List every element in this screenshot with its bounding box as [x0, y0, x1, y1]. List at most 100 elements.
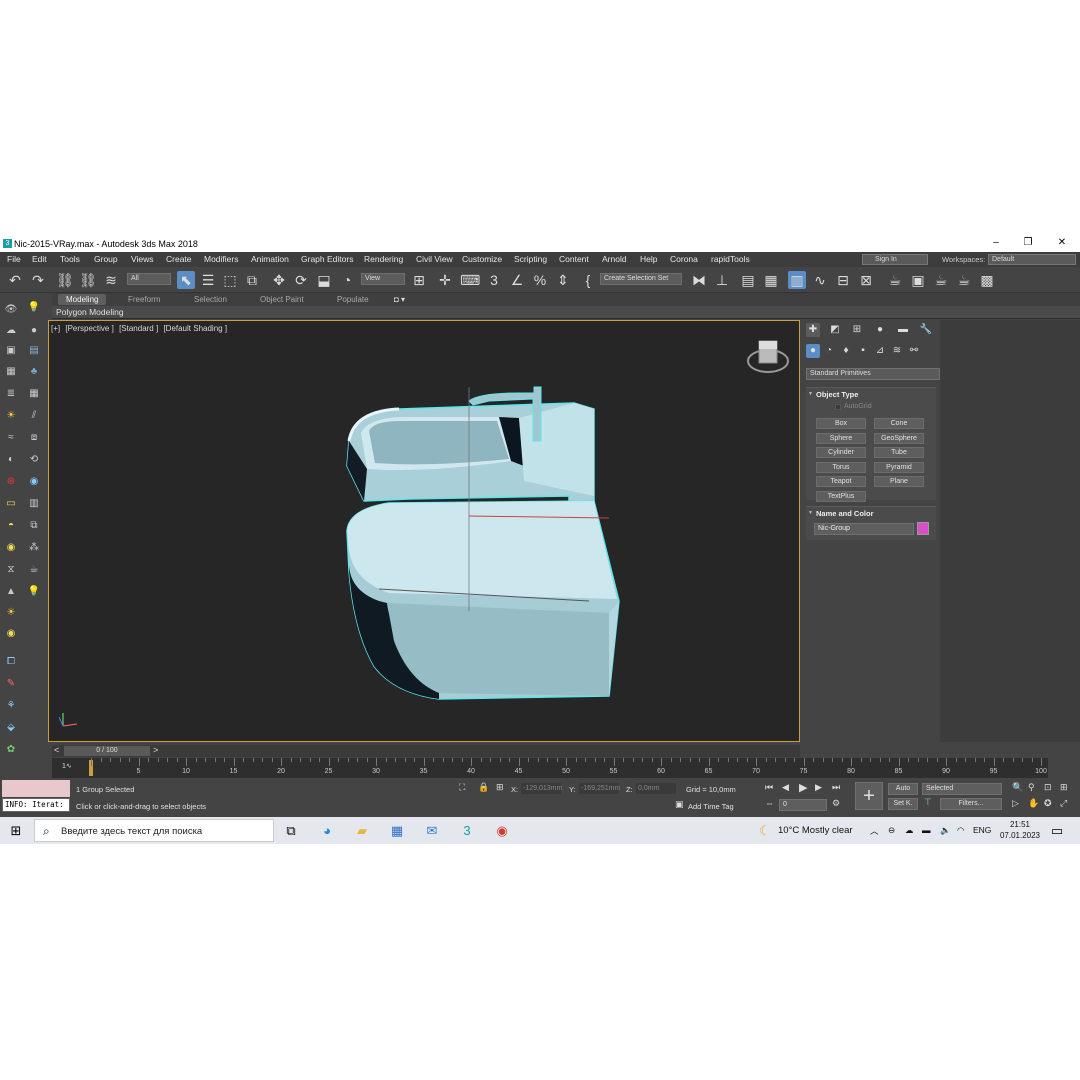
bind-spacewarp-icon[interactable]: ≋ [102, 271, 120, 289]
menu-graph-editors[interactable]: Graph Editors [301, 254, 353, 264]
menu-rapidtools[interactable]: rapidTools [711, 254, 750, 264]
notifications-icon[interactable]: ▭ [1048, 822, 1066, 839]
sun-light-icon[interactable]: ☀ [4, 409, 18, 423]
rectangular-selection-icon[interactable]: ⬚ [221, 271, 239, 289]
menu-animation[interactable]: Animation [251, 254, 289, 264]
key-filter-select[interactable]: Selected [922, 783, 1002, 795]
pan-icon[interactable]: ✋ [1028, 798, 1039, 809]
track-bar[interactable]: 1∿ 5 10 15 20 25 30 35 40 45 50 55 60 65 70 75 80 85 90 95… [52, 758, 1048, 778]
scene-explorer-icon[interactable]: ▤ [739, 271, 757, 289]
object-color-swatch[interactable] [917, 522, 929, 535]
3dsmax-taskbar-icon[interactable]: 3 [458, 822, 476, 839]
tab-freeform[interactable]: Freeform [120, 294, 168, 305]
frozen-filter-icon[interactable]: ▭ [4, 497, 18, 511]
torus-button[interactable]: Torus [816, 462, 866, 473]
go-to-end-icon[interactable]: ⏭ [832, 782, 840, 793]
lights-icon[interactable]: ♦ [839, 344, 853, 358]
menu-corona[interactable]: Corona [670, 254, 698, 264]
windows-start-icon[interactable]: ⊞ [7, 822, 25, 839]
workspace-select[interactable]: Default [988, 254, 1076, 265]
spacewarps-icon[interactable]: ≋ [890, 344, 904, 358]
link-icon[interactable]: ⛓ [56, 271, 74, 289]
system-clock[interactable]: 21:51 07.01.2023 [999, 819, 1041, 841]
utilities-tab-icon[interactable]: 🔧 [919, 323, 933, 337]
crowd-icon[interactable]: ⚘ [4, 699, 18, 713]
pivot-center-icon[interactable]: ⊞ [410, 271, 428, 289]
polygon-modeling-label[interactable]: Polygon Modeling [56, 307, 124, 317]
render-setup-icon[interactable]: ☕ [886, 271, 904, 289]
place-icon[interactable]: ◔ [338, 271, 356, 289]
snaps-toggle-icon[interactable]: 3 [485, 271, 503, 289]
render-extra-icon[interactable]: ▩ [978, 271, 996, 289]
x-coordinate-field[interactable]: -129,013mm [521, 783, 562, 794]
blend-icon[interactable]: ⬙ [4, 721, 18, 735]
menu-customize[interactable]: Customize [462, 254, 502, 264]
perspective-viewport[interactable]: [+] [Perspective ] [Standard ] [Default … [48, 320, 800, 742]
set-key-icon[interactable]: + [855, 782, 883, 810]
language-indicator[interactable]: ENG [973, 825, 991, 835]
y-coordinate-field[interactable]: -169,251mm [579, 783, 620, 794]
tab-object-paint[interactable]: Object Paint [252, 294, 312, 305]
sphere-light-icon[interactable]: ◉ [4, 541, 18, 555]
redo-icon[interactable]: ↷ [29, 271, 47, 289]
window-crossing-icon[interactable]: ⧉ [243, 271, 261, 289]
plane-button[interactable]: Plane [874, 476, 924, 487]
mail-icon[interactable]: ✉ [423, 822, 441, 839]
edit-named-selection-icon[interactable]: { [579, 271, 597, 289]
scale-icon[interactable]: ⬓ [315, 271, 333, 289]
spacewarp-filter-icon[interactable]: ◐ [4, 453, 18, 467]
time-slider-thumb[interactable]: 0 / 100 [64, 746, 150, 756]
tab-selection[interactable]: Selection [186, 294, 235, 305]
current-frame-field[interactable]: 0 [779, 799, 827, 811]
ribbon-toggle-icon[interactable]: ▥ [788, 271, 806, 289]
fov-icon[interactable]: ▷ [1012, 798, 1019, 809]
curve-mini-icon[interactable]: 1∿ [62, 762, 72, 770]
selection-filter-select[interactable]: All [127, 273, 171, 285]
percent-snap-icon[interactable]: % [531, 271, 549, 289]
textplus-button[interactable]: TextPlus [816, 491, 866, 502]
menu-tools[interactable]: Tools [60, 254, 80, 264]
key-mode-icon[interactable]: ⇔ [765, 798, 774, 808]
layer-explorer-icon[interactable]: ▦ [762, 271, 780, 289]
hidden-filter-icon[interactable]: ▥ [27, 497, 41, 511]
battery-icon[interactable]: ▬ [922, 825, 931, 835]
zoom-icon[interactable]: 🔍 [1012, 782, 1023, 793]
material-filter-icon[interactable]: ◉ [27, 475, 41, 489]
light-bulb-icon[interactable]: 💡 [27, 301, 41, 315]
zoom-extents-icon[interactable]: ⊡ [1044, 782, 1052, 793]
edge-browser-icon[interactable]: ◕ [318, 822, 336, 839]
menu-views[interactable]: Views [131, 254, 154, 264]
angle-snap-icon[interactable]: ∠ [508, 271, 526, 289]
render-cloud-icon[interactable]: ☕ [955, 271, 973, 289]
selection-lock-icon[interactable]: 🔒 [478, 782, 489, 793]
move-icon[interactable]: ✥ [270, 271, 288, 289]
next-frame-icon[interactable]: > [153, 745, 158, 755]
previous-key-icon[interactable]: ◀ [782, 782, 789, 793]
bulb-filter-icon[interactable]: 💡 [27, 585, 41, 599]
modify-tab-icon[interactable]: ◩ [828, 323, 842, 337]
zoom-extents-all-icon[interactable]: ⊞ [1060, 782, 1068, 793]
select-manipulate-icon[interactable]: ✛ [436, 271, 454, 289]
scene-explorer-eye-icon[interactable]: 👁 [4, 303, 18, 317]
geometry-filter-icon[interactable]: ▤ [27, 344, 41, 358]
shapes-filter-icon[interactable]: ≈ [4, 431, 18, 445]
align-icon[interactable]: ⊥ [713, 271, 731, 289]
weather-text[interactable]: 10°C Mostly clear [778, 825, 853, 836]
next-key-icon[interactable]: ▶ [815, 782, 822, 793]
display-tab-icon[interactable]: ▬ [896, 323, 910, 337]
zoom-all-icon[interactable]: ⚲ [1028, 782, 1035, 793]
time-config-icon[interactable]: ⚙ [832, 798, 840, 809]
close-icon[interactable]: ✕ [1053, 237, 1071, 248]
mirror-icon[interactable]: ⧓ [690, 271, 708, 289]
material-editor-icon[interactable]: ⊠ [857, 271, 875, 289]
go-to-start-icon[interactable]: ⏮ [765, 782, 773, 793]
volume-icon[interactable]: 🔈 [940, 825, 951, 836]
tab-populate[interactable]: Populate [329, 294, 377, 305]
teapot-button[interactable]: Teapot [816, 476, 866, 487]
link-filter-icon[interactable]: ⧖ [4, 563, 18, 577]
sphere-button[interactable]: Sphere [816, 433, 866, 444]
environment-icon[interactable]: ◉ [4, 627, 18, 641]
undo-icon[interactable]: ↶ [6, 271, 24, 289]
z-coordinate-field[interactable]: 0,0mm [636, 783, 676, 794]
viewcube[interactable] [747, 340, 789, 373]
